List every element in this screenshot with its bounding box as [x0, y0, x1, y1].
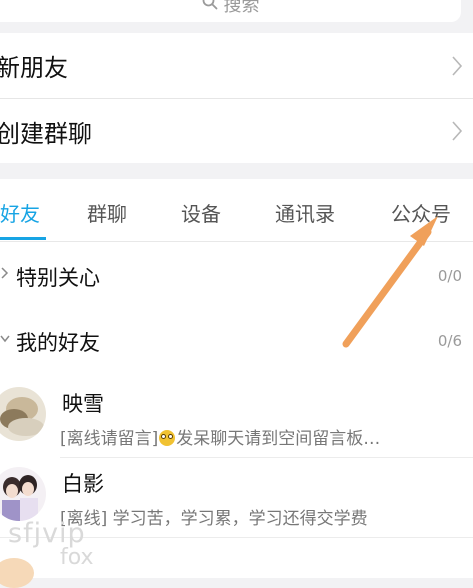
friend-row[interactable]: 映雪 [离线请留言] 发呆聊天请到空间留言板… [0, 378, 473, 458]
tab-groups[interactable]: 群聊 [87, 198, 127, 227]
search-icon [202, 0, 218, 15]
create-group-row[interactable]: 创建群聊 [0, 99, 473, 163]
active-tab-indicator [0, 237, 46, 240]
status-text: 学习苦，学习累，学习还得交学费 [107, 509, 368, 529]
tab-official-accounts[interactable]: 公众号 [391, 198, 451, 227]
watermark-line: sfjvip [8, 518, 86, 549]
avatar [0, 387, 46, 441]
group-name: 我的好友 [16, 331, 100, 355]
avatar [0, 467, 46, 521]
tab-friends[interactable]: 好友 [0, 198, 40, 227]
chevron-right-icon [452, 121, 463, 141]
group-count: 0/6 [437, 332, 462, 350]
group-special-care[interactable]: 特别关心 0/0 [0, 245, 473, 305]
create-group-label: 创建群聊 [0, 119, 92, 148]
group-name: 特别关心 [16, 266, 100, 290]
tab-address-book[interactable]: 通讯录 [275, 198, 335, 227]
group-my-friends[interactable]: 我的好友 0/6 [0, 310, 473, 370]
tab-devices[interactable]: 设备 [181, 198, 221, 227]
contact-tabs: 好友 群聊 设备 通讯录 公众号 [0, 179, 473, 242]
chevron-right-icon [452, 55, 463, 76]
friend-status: [离线请留言] 发呆聊天请到空间留言板… [60, 424, 380, 449]
watermark-line: fox [60, 545, 94, 570]
group-count: 0/0 [437, 267, 462, 285]
friend-status: [离线] 学习苦，学习累，学习还得交学费 [60, 504, 368, 529]
chevron-down-icon [0, 335, 10, 343]
friend-name: 白影 [62, 472, 104, 496]
status-prefix: [离线请留言] [60, 429, 159, 449]
search-placeholder: 搜索 [223, 0, 260, 16]
emoji-icon [159, 430, 176, 446]
search-bar[interactable]: 搜索 [0, 0, 461, 22]
new-friends-label: 新朋友 [0, 54, 68, 82]
chevron-right-icon [1, 267, 9, 279]
watermark: sfjvip fox [8, 518, 94, 570]
status-text: 发呆聊天请到空间留言板… [176, 429, 381, 449]
friend-name: 映雪 [62, 392, 104, 416]
new-friends-row[interactable]: 新朋友 [0, 33, 473, 99]
